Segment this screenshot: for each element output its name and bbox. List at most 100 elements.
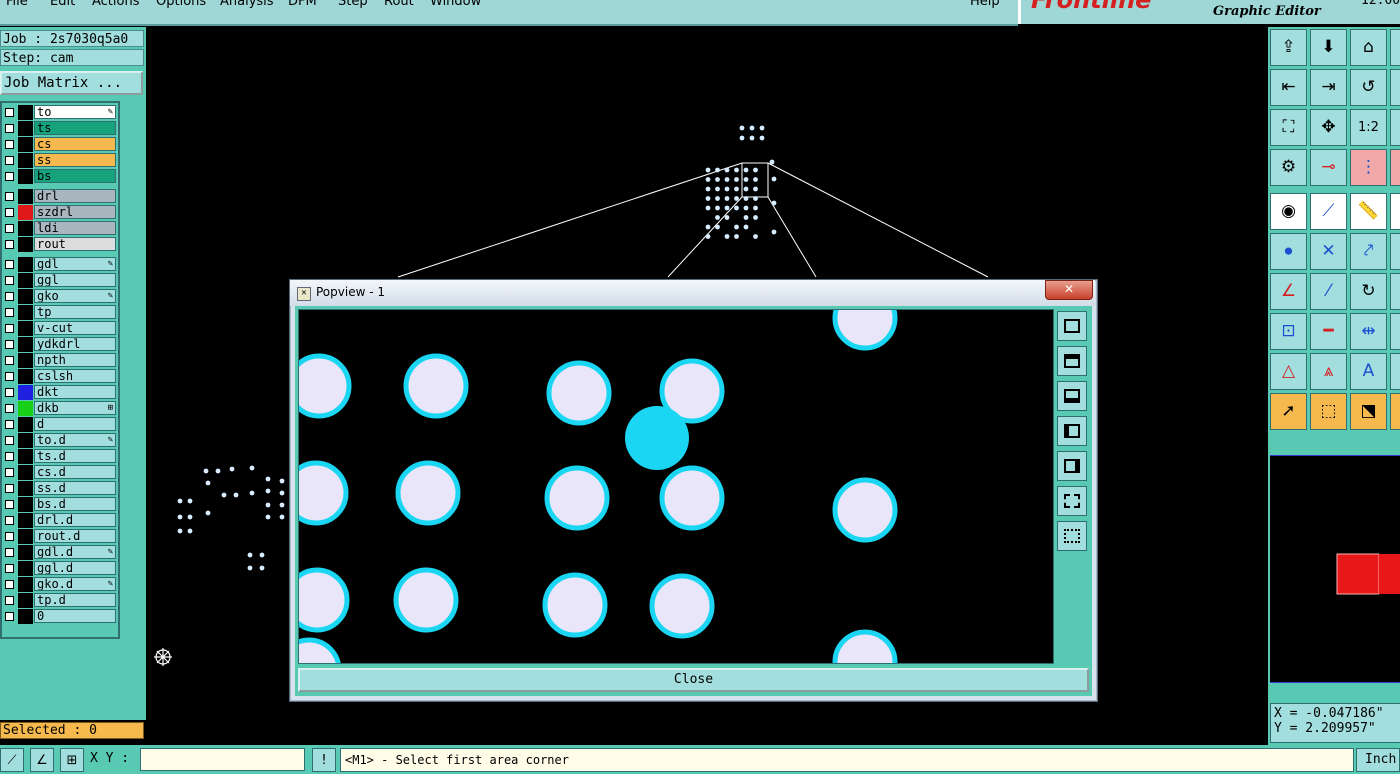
layer-checkbox[interactable] [5, 324, 14, 333]
layer-checkbox[interactable] [5, 292, 14, 301]
layer-name[interactable]: dkt [34, 385, 116, 399]
arc-icon[interactable]: ↻ [1350, 273, 1387, 310]
layer-name[interactable]: ts [34, 121, 116, 135]
zoom-1to2-icon[interactable]: 1:2 [1350, 109, 1387, 146]
popview-close-icon[interactable]: ✕ [1045, 280, 1093, 300]
pad-to-pad-icon[interactable]: ⊡ [1270, 313, 1307, 350]
layer-color-swatch[interactable] [18, 481, 33, 496]
spacing-icon[interactable]: ⇹ [1350, 313, 1387, 350]
popview-pan-down-button[interactable] [1057, 381, 1087, 411]
extra-tool-7-icon[interactable] [1390, 273, 1400, 310]
extra-tool-2-icon[interactable] [1390, 69, 1400, 106]
layer-checkbox[interactable] [5, 356, 14, 365]
layer-name[interactable]: ggl [34, 273, 116, 287]
snap-point-icon[interactable]: ⊸ [1310, 149, 1347, 186]
menu-rout[interactable]: Rout [384, 0, 414, 9]
layer-row[interactable]: dkb ⊞ [2, 401, 118, 416]
layer-row[interactable]: cslsh [2, 369, 118, 384]
layer-row[interactable]: bs [2, 169, 118, 184]
layer-name[interactable]: to ✎ [34, 105, 116, 119]
layer-name[interactable]: drl [34, 189, 116, 203]
layer-checkbox[interactable] [5, 404, 14, 413]
popview-zoom-box-button[interactable] [1057, 311, 1087, 341]
layer-checkbox[interactable] [5, 612, 14, 621]
layer-name[interactable]: bs.d [34, 497, 116, 511]
layer-name[interactable]: tp.d [34, 593, 116, 607]
snap-line-icon[interactable]: ⟋ [0, 748, 24, 772]
layer-name[interactable]: rout.d [34, 529, 116, 543]
layer-color-swatch[interactable] [18, 153, 33, 168]
layer-name[interactable]: to.d ✎ [34, 433, 116, 447]
settings-palette-icon[interactable]: ⚙ [1270, 149, 1307, 186]
layer-color-swatch[interactable] [18, 321, 33, 336]
layer-checkbox[interactable] [5, 240, 14, 249]
popview-close-button[interactable]: Close [298, 668, 1089, 692]
grid-icon[interactable]: ⊞ [60, 748, 84, 772]
layer-row[interactable]: cs [2, 137, 118, 152]
layer-name[interactable]: cs.d [34, 465, 116, 479]
layer-color-swatch[interactable] [18, 105, 33, 120]
layer-color-swatch[interactable] [18, 305, 33, 320]
layer-color-swatch[interactable] [18, 417, 33, 432]
layer-checkbox[interactable] [5, 452, 14, 461]
net-tree-icon[interactable]: ⋮ [1350, 149, 1387, 186]
layer-row[interactable]: drl [2, 189, 118, 204]
height-icon[interactable]: ⩓ [1310, 353, 1347, 390]
units-toggle[interactable]: Inch [1356, 748, 1400, 772]
layer-checkbox[interactable] [5, 224, 14, 233]
extra-tool-6-icon[interactable] [1390, 233, 1400, 270]
layer-row[interactable]: npth [2, 353, 118, 368]
layer-name[interactable]: ss [34, 153, 116, 167]
zoom-center-icon[interactable]: ✥ [1310, 109, 1347, 146]
job-matrix-button[interactable]: Job Matrix ... [0, 71, 143, 95]
menu-edit[interactable]: Edit [50, 0, 75, 9]
layer-row[interactable]: tp.d [2, 593, 118, 608]
menu-help[interactable]: Help [970, 0, 1000, 9]
layer-checkbox[interactable] [5, 500, 14, 509]
menu-step[interactable]: Step [338, 0, 368, 9]
layer-name[interactable]: ldi [34, 221, 116, 235]
layer-color-swatch[interactable] [18, 369, 33, 384]
layer-checkbox[interactable] [5, 580, 14, 589]
layer-color-swatch[interactable] [18, 257, 33, 272]
extra-tool-9-icon[interactable] [1390, 353, 1400, 390]
layer-checkbox[interactable] [5, 124, 14, 133]
angle-measure-icon[interactable]: ∠ [1270, 273, 1307, 310]
layer-row[interactable]: cs.d [2, 465, 118, 480]
layer-name[interactable]: cs [34, 137, 116, 151]
draw-line-icon[interactable]: ⁄ [1310, 273, 1347, 310]
layer-color-swatch[interactable] [18, 205, 33, 220]
layer-checkbox[interactable] [5, 548, 14, 557]
menu-actions[interactable]: Actions [92, 0, 140, 9]
layer-color-swatch[interactable] [18, 513, 33, 528]
pan-left-icon[interactable]: ⇤ [1270, 69, 1307, 106]
layer-color-swatch[interactable] [18, 609, 33, 624]
layer-checkbox[interactable] [5, 468, 14, 477]
overview-minimap[interactable] [1270, 455, 1400, 683]
layer-checkbox[interactable] [5, 156, 14, 165]
extra-tool-8-icon[interactable] [1390, 313, 1400, 350]
layer-row[interactable]: to ✎ [2, 105, 118, 120]
extra-tool-10-icon[interactable] [1390, 393, 1400, 430]
move-up-layer-icon[interactable]: ⇪ [1270, 29, 1307, 66]
layer-name[interactable]: ydkdrl [34, 337, 116, 351]
popview-pan-up-button[interactable] [1057, 346, 1087, 376]
popview-zoom-view[interactable] [298, 309, 1054, 664]
layer-color-swatch[interactable] [18, 433, 33, 448]
layer-color-swatch[interactable] [18, 221, 33, 236]
snap-angle-icon[interactable]: ∠ [30, 748, 54, 772]
select-box-icon[interactable]: ⬚ [1310, 393, 1347, 430]
measure-point-icon[interactable]: ◉ [1270, 193, 1307, 230]
layer-name[interactable]: 0 [34, 609, 116, 623]
layer-row[interactable]: gdl ✎ [2, 257, 118, 272]
layer-color-swatch[interactable] [18, 169, 33, 184]
connect-nodes-icon[interactable]: ⦁ [1270, 233, 1307, 270]
layer-color-swatch[interactable] [18, 121, 33, 136]
popview-pan-right-button[interactable] [1057, 451, 1087, 481]
layer-checkbox[interactable] [5, 436, 14, 445]
layer-row[interactable]: ss [2, 153, 118, 168]
extra-tool-4-icon[interactable] [1390, 149, 1400, 186]
layer-color-swatch[interactable] [18, 577, 33, 592]
layer-color-swatch[interactable] [18, 497, 33, 512]
select-arrow-icon[interactable]: ➚ [1270, 393, 1307, 430]
